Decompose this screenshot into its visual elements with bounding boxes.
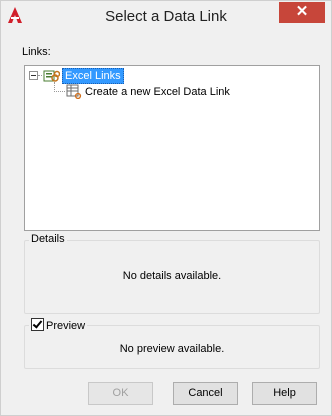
tree-connector [38, 75, 42, 76]
preview-title-wrap[interactable]: Preview [29, 318, 88, 332]
collapse-icon[interactable] [29, 71, 38, 80]
preview-group: Preview No preview available. [24, 318, 320, 369]
select-data-link-dialog: Select a Data Link ✕ Links: Excel Links … [0, 0, 332, 416]
links-tree[interactable]: Excel Links Create a new Excel Data Link [24, 65, 320, 231]
tree-item-excel-links[interactable]: Excel Links [62, 68, 124, 84]
links-label: Links: [22, 46, 51, 58]
help-button[interactable]: Help [252, 382, 317, 405]
cancel-button[interactable]: Cancel [173, 382, 238, 405]
preview-message: No preview available. [119, 343, 225, 355]
close-button[interactable]: ✕ [279, 2, 325, 23]
new-excel-data-link-icon [66, 84, 82, 99]
ok-button[interactable]: OK [88, 382, 153, 405]
title-bar[interactable]: Select a Data Link ✕ [1, 1, 331, 32]
preview-label: Preview [46, 320, 86, 332]
preview-checkbox[interactable] [31, 318, 44, 331]
tree-item-create-excel-data-link[interactable]: Create a new Excel Data Link [85, 85, 230, 99]
details-group: Details No details available. [24, 233, 320, 314]
tree-connector-child [54, 91, 65, 92]
excel-links-folder-icon [43, 70, 60, 82]
details-message: No details available. [122, 270, 222, 282]
details-title: Details [29, 233, 67, 245]
